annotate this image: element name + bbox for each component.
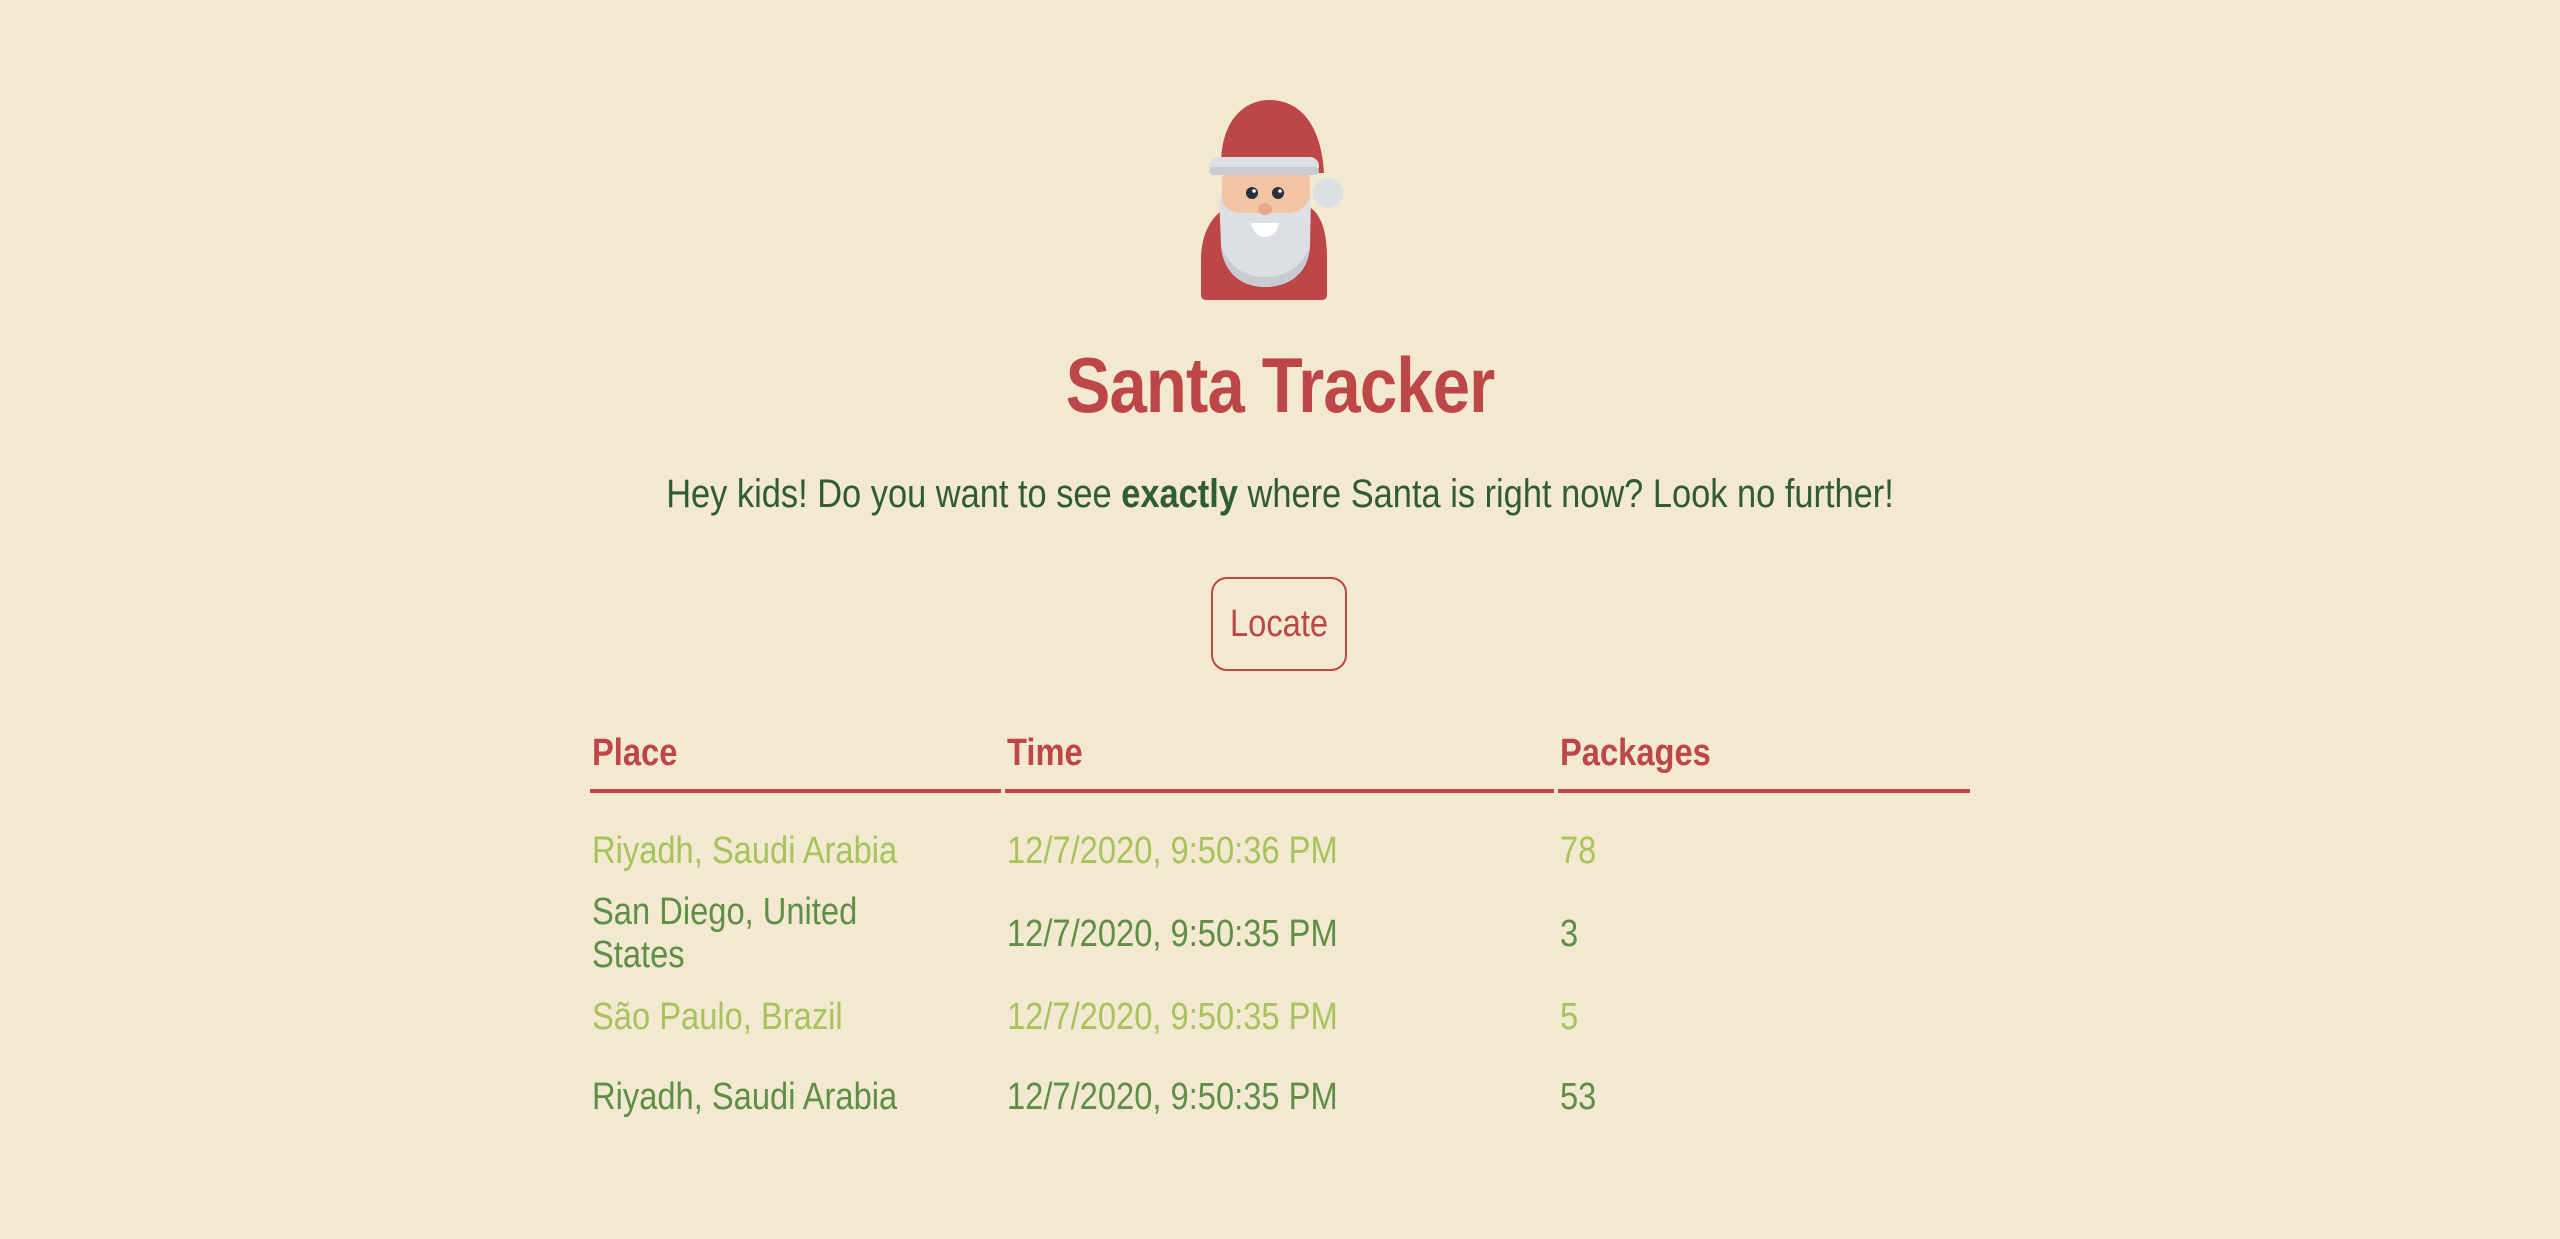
intro-text-emphasis: exactly	[1121, 472, 1238, 516]
cell-packages: 78	[1560, 829, 1597, 872]
table-header-row: Place Time Packages	[590, 720, 1970, 793]
intro-text: Hey kids! Do you want to see exactly whe…	[179, 472, 2381, 517]
cell-place: San Diego, United States	[592, 891, 858, 976]
column-header-packages: Packages	[1558, 720, 1970, 793]
locate-button[interactable]: Locate	[1211, 577, 1347, 671]
table-row: São Paulo, Brazil 12/7/2020, 9:50:35 PM …	[590, 977, 1970, 1057]
column-header-place: Place	[590, 720, 1002, 793]
cell-time: 12/7/2020, 9:50:35 PM	[1007, 912, 1339, 955]
table-row: San Diego, United States 12/7/2020, 9:50…	[590, 891, 1970, 977]
intro-text-end: where Santa is right now? Look no furthe…	[1237, 472, 1894, 516]
table-row: Riyadh, Saudi Arabia 12/7/2020, 9:50:36 …	[590, 793, 1970, 891]
column-header-time: Time	[1005, 720, 1555, 793]
cell-packages: 53	[1560, 1075, 1597, 1118]
cell-time: 12/7/2020, 9:50:35 PM	[1007, 995, 1339, 1038]
santa-tracker-page: Santa Tracker Hey kids! Do you want to s…	[0, 0, 2560, 1239]
cell-packages: 3	[1560, 912, 1579, 955]
intro-text-start: Hey kids! Do you want to see	[666, 472, 1122, 516]
cell-packages: 5	[1560, 995, 1579, 1038]
location-table: Place Time Packages Riyadh, Saudi Arabia…	[586, 720, 1974, 1137]
locate-button-label: Locate	[1229, 602, 1329, 645]
table-row: Riyadh, Saudi Arabia 12/7/2020, 9:50:35 …	[590, 1057, 1970, 1137]
cell-place: Riyadh, Saudi Arabia	[592, 1075, 898, 1118]
cell-place: São Paulo, Brazil	[592, 995, 843, 1038]
cell-time: 12/7/2020, 9:50:35 PM	[1007, 1075, 1339, 1118]
page-title: Santa Tracker	[1065, 341, 1496, 429]
cell-place: Riyadh, Saudi Arabia	[592, 829, 898, 872]
cell-time: 12/7/2020, 9:50:36 PM	[1007, 829, 1339, 872]
santa-icon	[1201, 100, 1343, 300]
